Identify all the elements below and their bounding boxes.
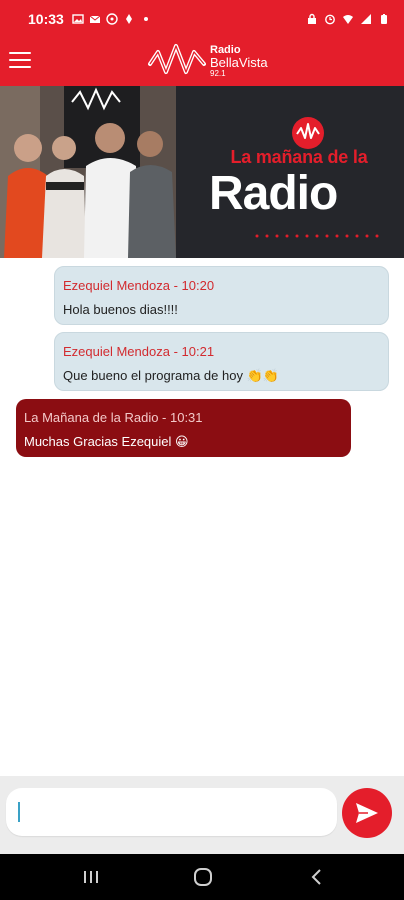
message-composer [0,776,404,854]
status-left-icons [72,13,152,25]
dot-icon [143,17,148,21]
message-bubble: Ezequiel Mendoza - 10:21 Que bueno el pr… [54,332,389,391]
message-bubble: La Mañana de la Radio - 10:31 Muchas Gra… [16,399,351,457]
logo-wave-icon [148,44,206,74]
notification-app-icon [125,14,132,24]
logo-line-1: Radio [210,43,241,56]
banner-dots [255,234,379,238]
message-sender: Ezequiel Mendoza - 10:20 [63,278,215,293]
hosts-photo [0,86,176,258]
system-nav-bar [0,854,404,900]
recents-icon [84,871,98,883]
signal-icon [361,14,371,24]
message-input[interactable] [6,788,337,836]
hamburger-icon [9,52,31,54]
menu-button[interactable] [9,52,31,70]
hamburger-icon-line [9,59,31,61]
banner-title-big: Radio [209,167,338,220]
message-text: Hola buenos dias!!!! [63,302,178,317]
nav-back-button[interactable] [308,868,326,891]
nav-home-button[interactable] [193,868,213,891]
message-sender: Ezequiel Mendoza - 10:21 [63,344,215,359]
whatsapp-icon [106,13,118,25]
nav-recents-button[interactable] [82,868,100,891]
message-bubble: Ezequiel Mendoza - 10:20 Hola buenos dia… [54,266,389,325]
message-text: Muchas Gracias Ezequiel 😀 [24,434,189,449]
app-bar: Radio BellaVista 92.1 [0,38,404,86]
send-button[interactable] [342,788,392,838]
email-icon [89,15,101,23]
logo-line-2: BellaVista [210,54,268,70]
banner-logo-icon [292,117,324,149]
app-logo: Radio BellaVista 92.1 [148,42,268,80]
message-sender: La Mañana de la Radio - 10:31 [24,410,203,425]
wifi-icon [343,15,353,24]
hamburger-icon-line [9,66,31,68]
status-time: 10:33 [28,11,64,27]
lock-icon [308,13,316,24]
home-icon [194,868,212,886]
text-cursor [18,802,20,822]
gallery-icon [72,14,84,24]
banner-title-small: La mañana de la [230,147,368,167]
back-icon [311,869,321,885]
logo-line-3: 92.1 [210,68,226,78]
status-right-icons [306,13,390,25]
message-text: Que bueno el programa de hoy 👏👏 [63,368,279,383]
alarm-icon [325,14,335,25]
status-bar: 10:33 [0,0,404,38]
logo-text: Radio BellaVista 92.1 [210,43,268,78]
send-icon [356,803,378,823]
battery-icon [381,14,387,24]
